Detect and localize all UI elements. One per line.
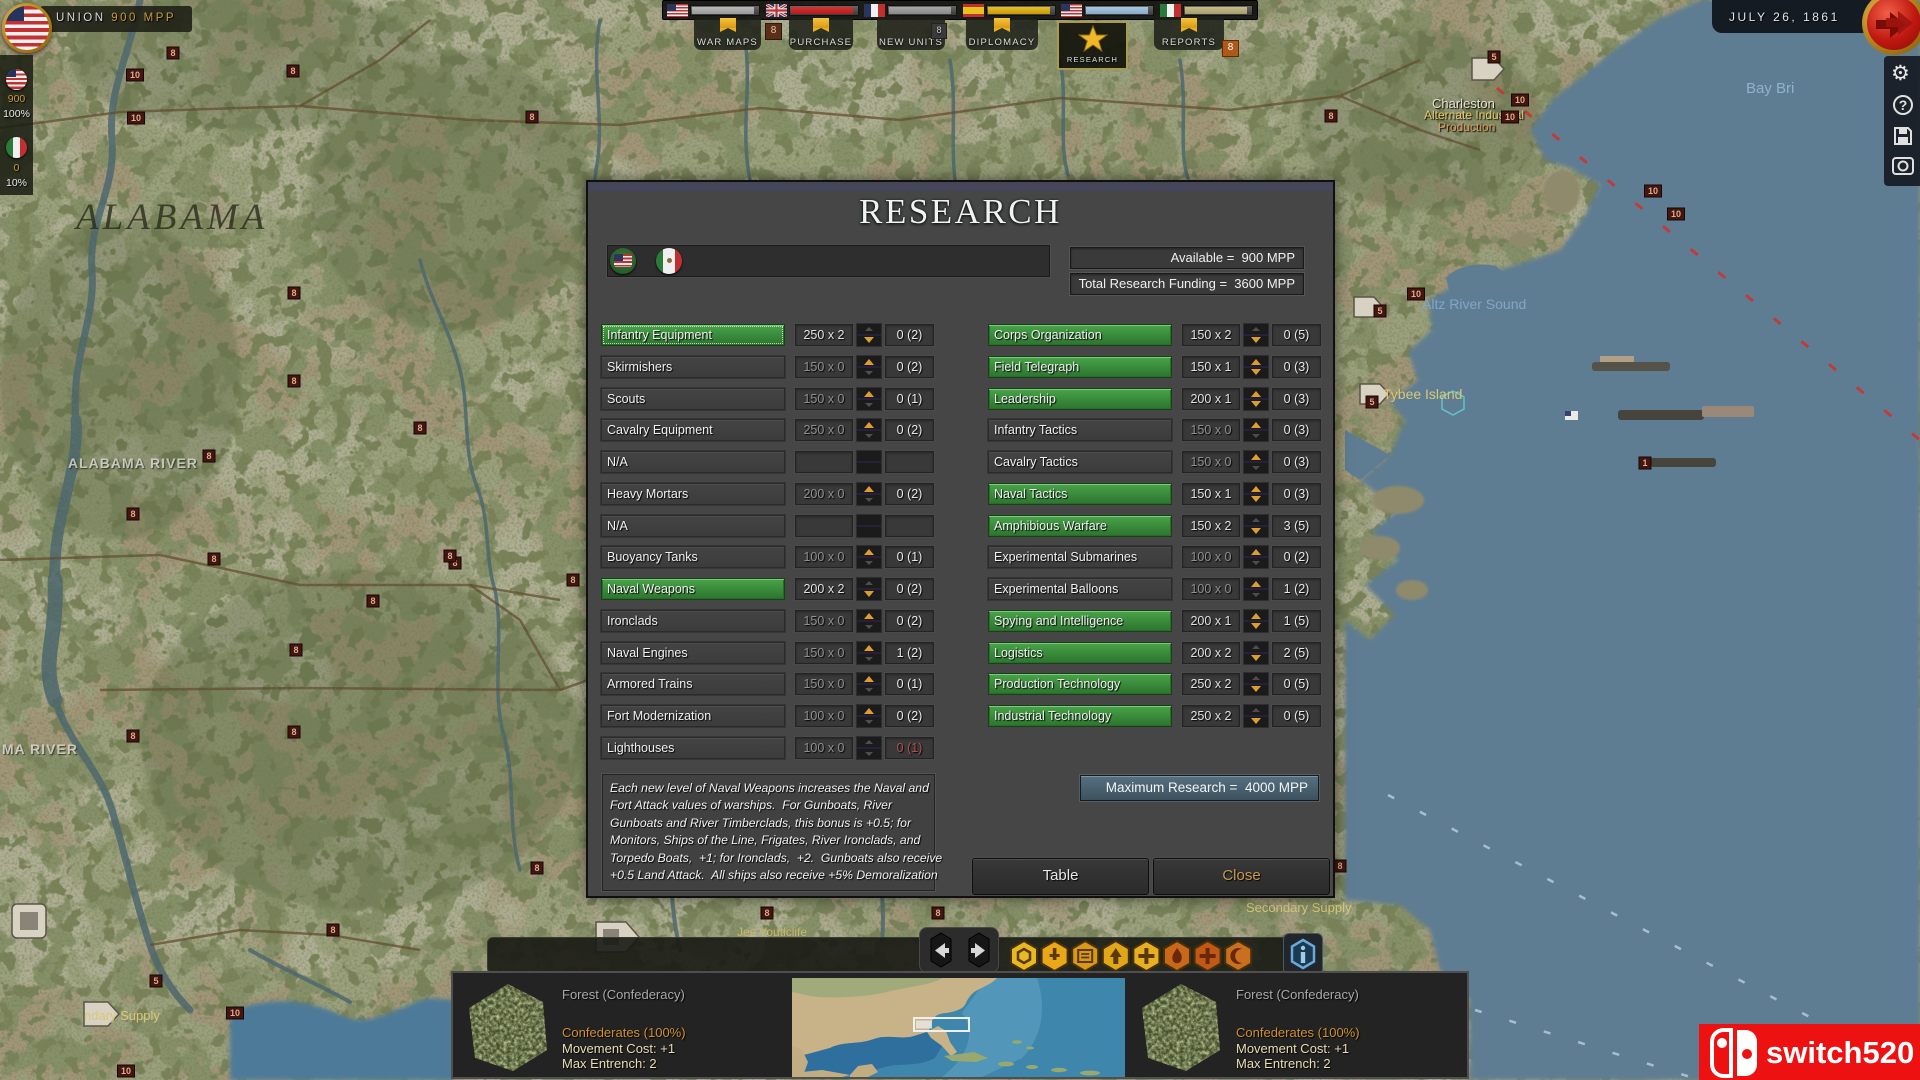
svg-text:10: 10: [121, 1066, 131, 1076]
svg-text:8: 8: [290, 66, 295, 76]
svg-text:8: 8: [529, 112, 534, 122]
svg-text:10: 10: [1411, 289, 1421, 299]
svg-text:8: 8: [1337, 861, 1342, 871]
svg-text:8: 8: [130, 731, 135, 741]
svg-text:8: 8: [570, 575, 575, 585]
svg-text:5: 5: [1491, 52, 1496, 62]
svg-text:8: 8: [764, 908, 769, 918]
svg-text:5: 5: [1377, 306, 1382, 316]
svg-text:1: 1: [1642, 458, 1647, 468]
svg-text:8: 8: [206, 451, 211, 461]
svg-text:8: 8: [534, 863, 539, 873]
svg-text:8: 8: [417, 423, 422, 433]
svg-text:10: 10: [1515, 95, 1525, 105]
svg-text:8: 8: [211, 554, 216, 564]
svg-text:10: 10: [230, 1008, 240, 1018]
svg-text:8: 8: [291, 727, 296, 737]
svg-text:8: 8: [291, 376, 296, 386]
svg-text:8: 8: [370, 596, 375, 606]
svg-text:5: 5: [153, 976, 158, 986]
svg-text:10: 10: [131, 113, 141, 123]
svg-text:8: 8: [447, 551, 452, 561]
svg-text:10: 10: [1505, 112, 1515, 122]
svg-text:8: 8: [293, 645, 298, 655]
svg-text:8: 8: [170, 48, 175, 58]
svg-text:10: 10: [1648, 186, 1658, 196]
svg-text:10: 10: [130, 70, 140, 80]
svg-text:8: 8: [935, 908, 940, 918]
svg-text:8: 8: [1328, 111, 1333, 121]
svg-text:8: 8: [130, 509, 135, 519]
svg-text:10: 10: [1671, 209, 1681, 219]
svg-text:5: 5: [1369, 397, 1374, 407]
svg-text:8: 8: [291, 288, 296, 298]
svg-text:8: 8: [330, 925, 335, 935]
